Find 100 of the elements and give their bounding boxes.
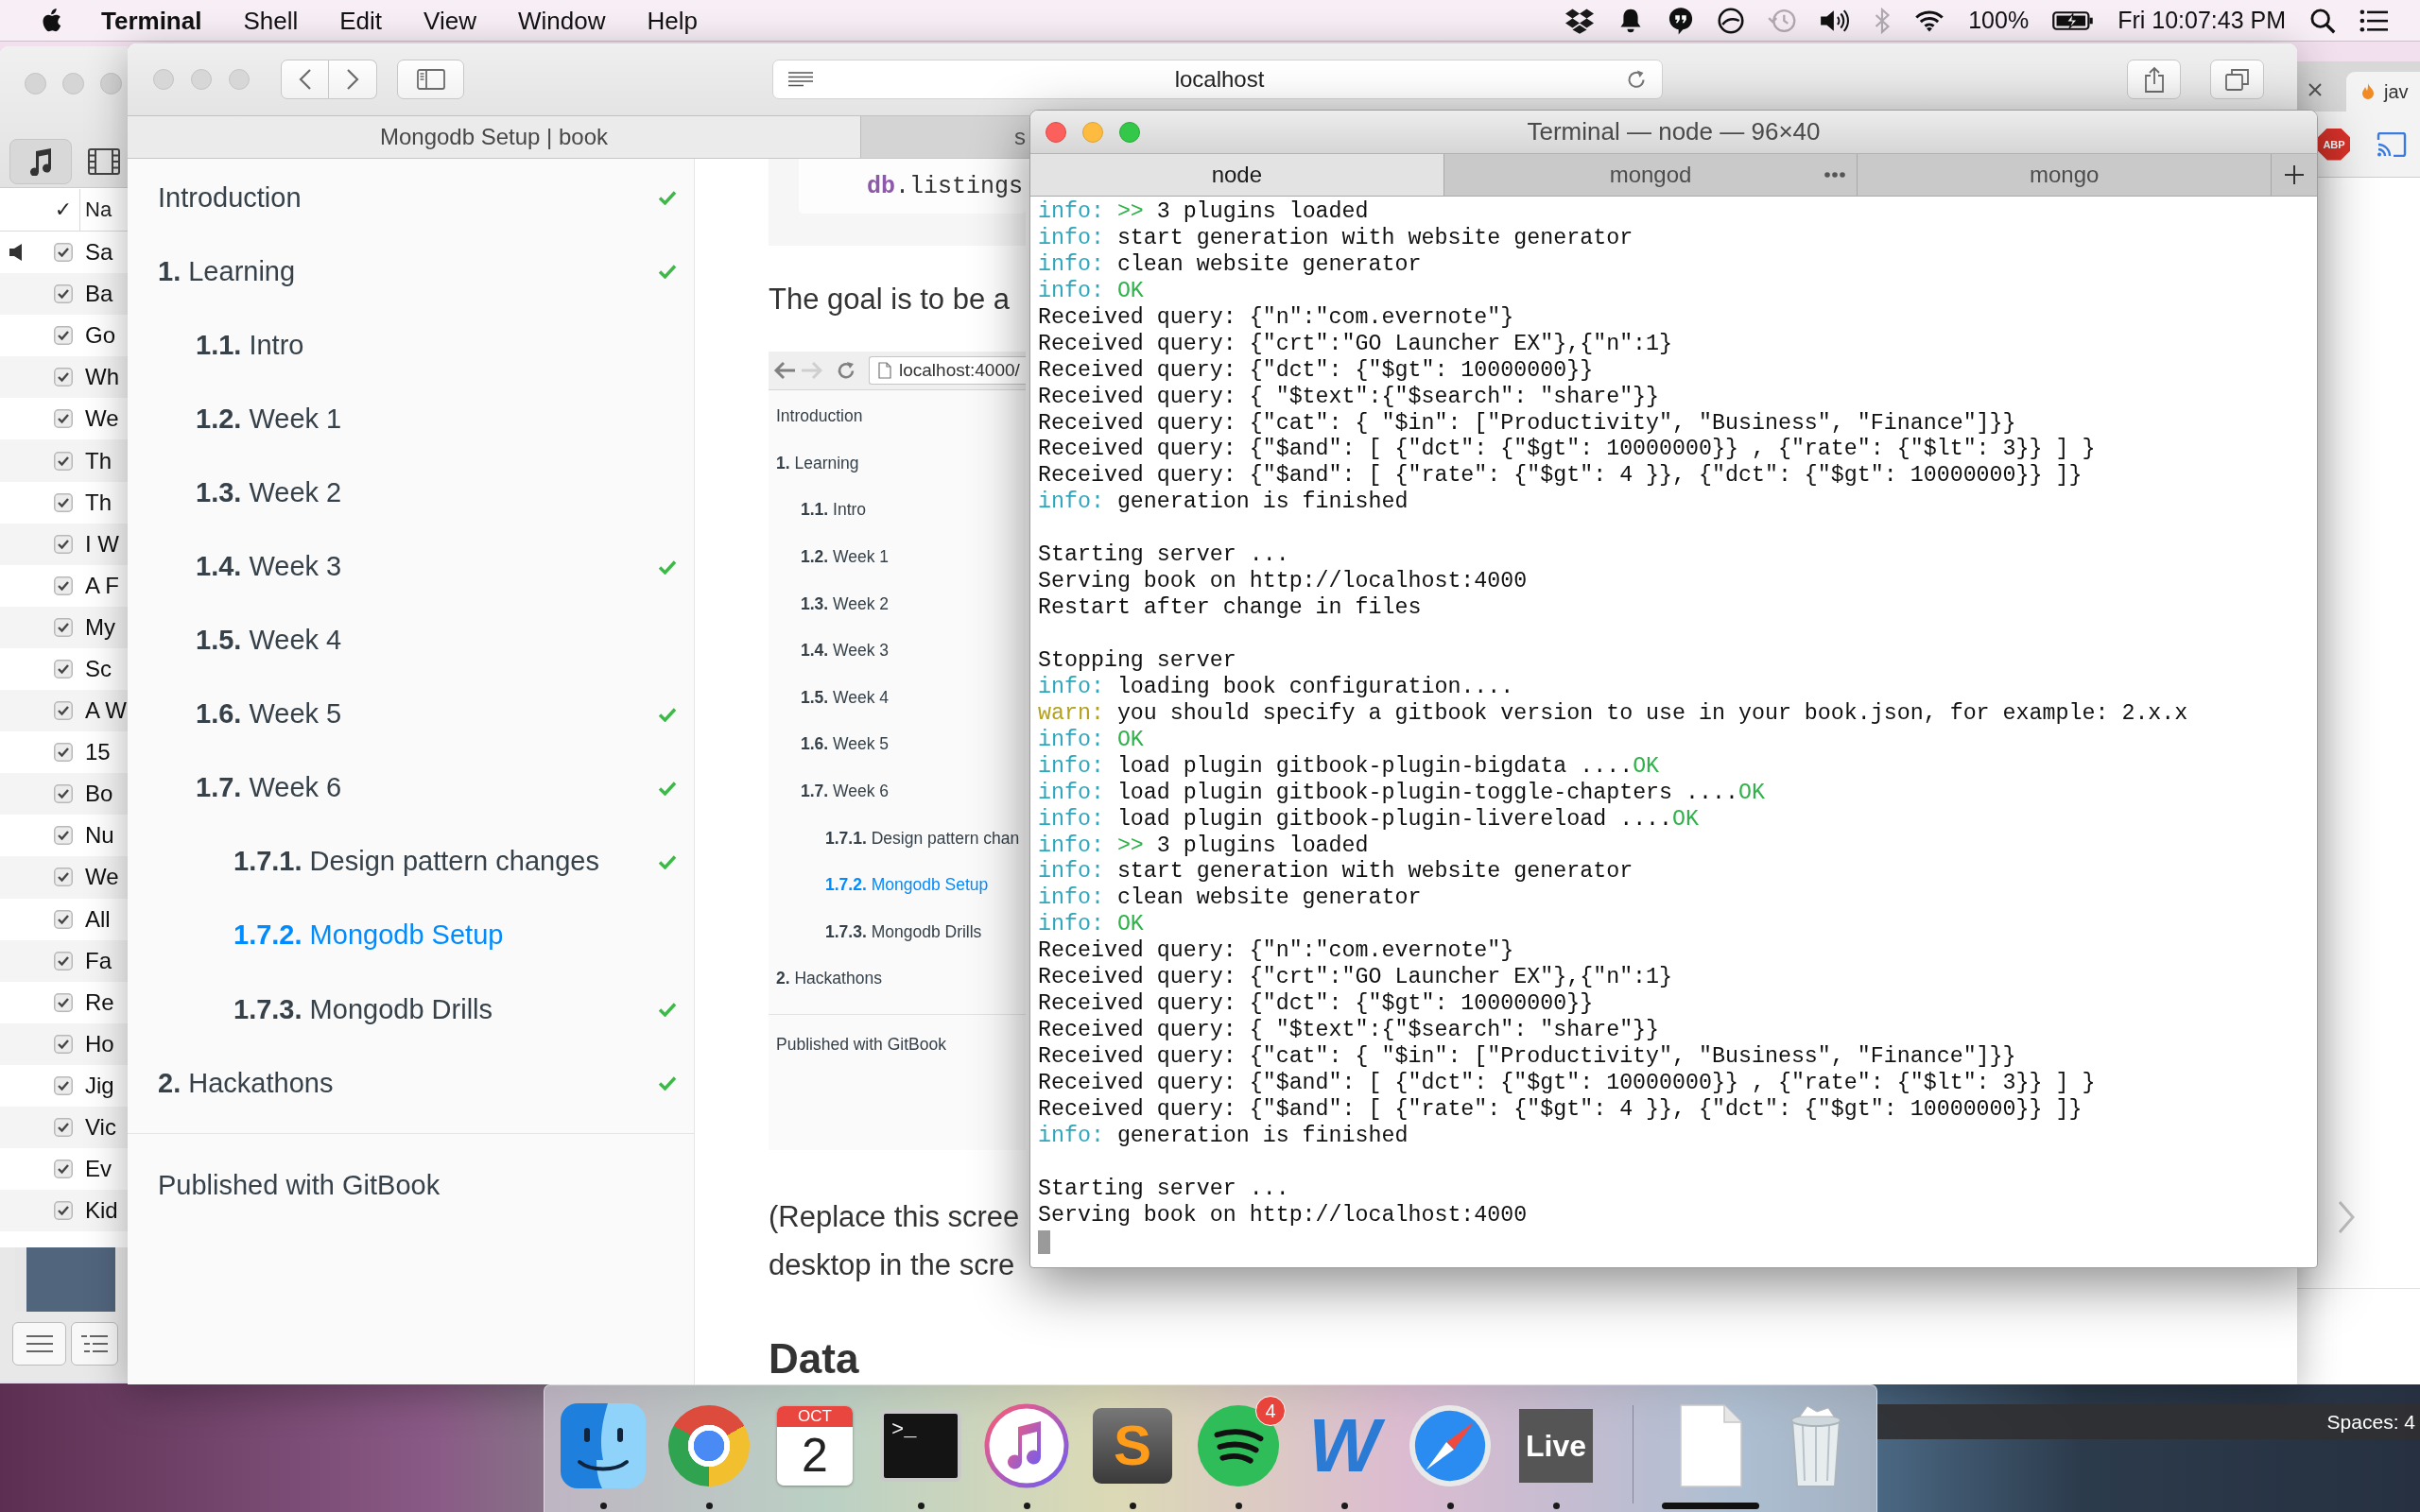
checkbox[interactable]: [54, 409, 73, 429]
tabs-button[interactable]: [2210, 60, 2264, 99]
app-menu[interactable]: Terminal: [61, 0, 223, 41]
checkbox[interactable]: [54, 1160, 73, 1179]
film-icon: [88, 148, 120, 175]
wifi-icon[interactable]: [1914, 8, 1945, 33]
address-field[interactable]: localhost: [772, 60, 1663, 99]
menu-item[interactable]: View: [403, 0, 497, 41]
checkbox[interactable]: [54, 1075, 73, 1095]
summary-entry: 1.7. Week 6: [801, 782, 890, 802]
track-title: We: [85, 405, 119, 433]
forward-button[interactable]: [329, 60, 377, 99]
adblock-button[interactable]: ABP: [2318, 128, 2350, 161]
checkbox[interactable]: [54, 660, 73, 679]
close-button[interactable]: [1046, 121, 1066, 143]
checkbox[interactable]: [54, 1034, 73, 1054]
checkbox[interactable]: [54, 992, 73, 1012]
diamonds-icon[interactable]: [1565, 7, 1595, 34]
list-icon[interactable]: [2360, 8, 2388, 33]
checkbox[interactable]: [54, 868, 73, 887]
reload-icon[interactable]: [1626, 68, 1647, 91]
back-button[interactable]: [281, 60, 329, 99]
terminal-line: Received query: {"crt":"GO Launcher EX"},{"n":1}: [1038, 965, 1673, 992]
chapter-link[interactable]: 1.3. Week 2: [196, 476, 342, 508]
browser-tab[interactable]: jav: [2346, 72, 2420, 112]
checkbox[interactable]: [54, 243, 73, 263]
sidebar-button[interactable]: [397, 60, 464, 99]
chapter-link[interactable]: 1.7. Week 6: [196, 772, 342, 804]
chapter-link[interactable]: 1.6. Week 5: [196, 698, 342, 730]
column-header[interactable]: ✓: [54, 198, 73, 221]
search-icon[interactable]: [2309, 7, 2336, 34]
speech-bubble-icon[interactable]: [1668, 6, 1695, 35]
paragraph-text: (Replace this scree: [769, 1199, 1020, 1235]
view-button[interactable]: [71, 1322, 118, 1366]
tabs-icon: [2224, 68, 2250, 91]
app-tile[interactable]: Live: [1519, 1409, 1593, 1483]
cast-icon[interactable]: [2377, 131, 2407, 157]
close-icon[interactable]: [2308, 82, 2323, 97]
checkbox[interactable]: [54, 534, 73, 554]
chapter-link[interactable]: 2. Hackathons: [158, 1067, 334, 1099]
calendar-tile[interactable]: OCT 2: [777, 1406, 853, 1486]
music-note-icon[interactable]: [984, 1403, 1069, 1488]
checkbox[interactable]: [54, 326, 73, 346]
volume-icon[interactable]: [1820, 7, 1851, 34]
checkbox[interactable]: [54, 951, 73, 971]
compass-icon[interactable]: [1409, 1404, 1492, 1487]
track-title: Nu: [85, 822, 114, 850]
browser-tab[interactable]: s: [860, 116, 1029, 158]
menu-item[interactable]: Edit: [319, 0, 404, 41]
apple-icon[interactable]: [42, 9, 61, 32]
menu-item[interactable]: Shell: [222, 0, 320, 41]
lines-icon[interactable]: [788, 72, 813, 87]
terminal-line: Received query: {"dct": {"$gt": 10000000}}: [1038, 357, 1594, 385]
checkbox[interactable]: [54, 576, 73, 595]
menu-item[interactable]: Window: [496, 0, 627, 41]
summary-entry: 1.5. Week 4: [801, 687, 890, 708]
checkbox[interactable]: [54, 617, 73, 637]
chapter-link[interactable]: 1.1. Intro: [196, 329, 304, 361]
checkbox[interactable]: [54, 492, 73, 512]
terminal-tab[interactable]: node: [1030, 154, 1444, 196]
terminal-line: info: start generation with website generator: [1038, 225, 1634, 252]
track-title: A W: [85, 697, 127, 725]
circle-slash-icon[interactable]: [1718, 7, 1745, 34]
checkbox[interactable]: [54, 743, 73, 763]
terminal-line: Received query: {"$and": [ {"dct": {"$gt": 10000000}} , {"rate": {"$lt": 3}} ] }: [1038, 1070, 2096, 1097]
browser-tab[interactable]: Mongodb Setup | book: [128, 116, 860, 158]
track-title: Sa: [85, 239, 113, 266]
chapter-link[interactable]: 1.7.1. Design pattern changes: [233, 846, 599, 878]
chapter-link[interactable]: 1.4. Week 3: [196, 551, 342, 582]
chapter-link[interactable]: Introduction: [158, 181, 302, 214]
share-button[interactable]: [2127, 60, 2181, 99]
smiling-face-icon[interactable]: [561, 1403, 646, 1488]
terminal-line: info: OK: [1038, 912, 1144, 939]
menu-clock[interactable]: Fri 10:07:43 PM: [2118, 7, 2286, 34]
view-button[interactable]: [12, 1322, 66, 1366]
battery-icon[interactable]: [2052, 9, 2095, 32]
app-tile[interactable]: >_: [880, 1410, 961, 1482]
chapter-link[interactable]: 1.5. Week 4: [196, 625, 342, 657]
checkbox[interactable]: [54, 1201, 73, 1221]
checkbox[interactable]: [54, 284, 73, 304]
chapter-link[interactable]: 1. Learning: [158, 255, 296, 287]
track-title: Vic: [85, 1114, 116, 1141]
chapter-link[interactable]: 1.7.3. Mongodb Drills: [233, 993, 493, 1025]
music-note-icon: [28, 147, 53, 176]
checkbox[interactable]: [54, 701, 73, 721]
share-icon: [2143, 66, 2165, 93]
sound-waves-icon[interactable]: [1197, 1404, 1280, 1487]
checkbox[interactable]: [54, 368, 73, 387]
menu-item[interactable]: Help: [626, 0, 718, 41]
track-title: Kid: [85, 1197, 118, 1225]
checkbox[interactable]: [54, 826, 73, 846]
chapter-link[interactable]: 1.2. Week 1: [196, 403, 342, 435]
checkbox[interactable]: [54, 451, 73, 471]
checkbox[interactable]: [54, 1118, 73, 1137]
footer-link[interactable]: Published with GitBook: [158, 1169, 441, 1203]
day-label: 2: [802, 1428, 828, 1484]
checkbox[interactable]: [54, 784, 73, 804]
track-title: Wh: [85, 364, 119, 391]
source-tab[interactable]: [9, 139, 72, 184]
checkbox[interactable]: [54, 909, 73, 929]
